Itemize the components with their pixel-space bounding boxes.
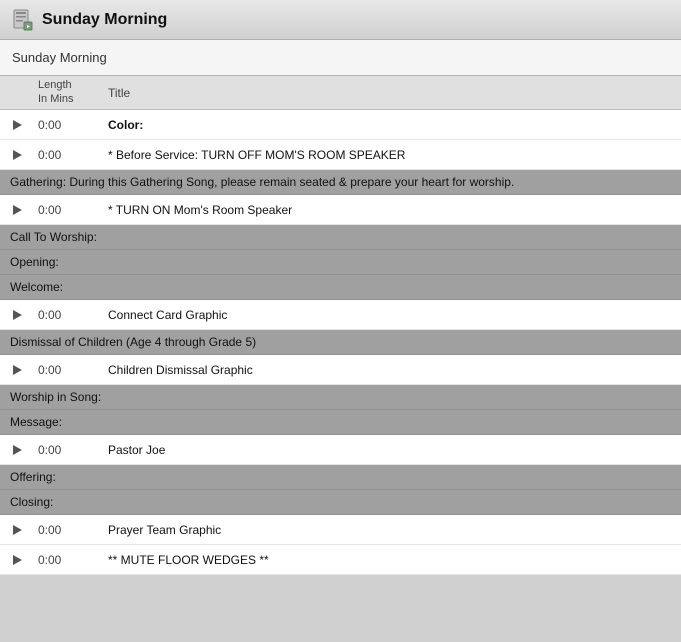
item-title: * Before Service: TURN OFF MOM'S ROOM SP… <box>108 148 673 162</box>
play-button[interactable] <box>8 521 38 539</box>
content-area: Length In Mins Title 0:00Color:0:00* Bef… <box>0 76 681 575</box>
play-button[interactable] <box>8 361 38 379</box>
header-length: Length In Mins <box>38 79 108 105</box>
item-title: Prayer Team Graphic <box>108 523 673 537</box>
table-row[interactable]: 0:00Connect Card Graphic <box>0 300 681 330</box>
item-time: 0:00 <box>38 553 108 567</box>
item-title: ** MUTE FLOOR WEDGES ** <box>108 553 673 567</box>
item-time: 0:00 <box>38 443 108 457</box>
table-row[interactable]: 0:00Color: <box>0 110 681 140</box>
section-header: Dismissal of Children (Age 4 through Gra… <box>0 330 681 355</box>
item-title: Children Dismissal Graphic <box>108 363 673 377</box>
item-time: 0:00 <box>38 148 108 162</box>
window-title: Sunday Morning <box>42 11 167 29</box>
section-header: Welcome: <box>0 275 681 300</box>
header-title: Title <box>108 86 673 100</box>
item-time: 0:00 <box>38 203 108 217</box>
play-icon <box>8 521 26 539</box>
play-icon <box>8 361 26 379</box>
section-header: Worship in Song: <box>0 385 681 410</box>
play-button[interactable] <box>8 551 38 569</box>
section-header: Message: <box>0 410 681 435</box>
table-row[interactable]: 0:00Children Dismissal Graphic <box>0 355 681 385</box>
section-header: Offering: <box>0 465 681 490</box>
item-time: 0:00 <box>38 363 108 377</box>
section-header: Opening: <box>0 250 681 275</box>
play-button[interactable] <box>8 306 38 324</box>
table-row[interactable]: 0:00* Before Service: TURN OFF MOM'S ROO… <box>0 140 681 170</box>
play-icon <box>8 441 26 459</box>
section-header: Closing: <box>0 490 681 515</box>
item-time: 0:00 <box>38 118 108 132</box>
item-title: Color: <box>108 118 673 132</box>
table-header: Length In Mins Title <box>0 76 681 110</box>
play-button[interactable] <box>8 201 38 219</box>
item-title: Connect Card Graphic <box>108 308 673 322</box>
item-time: 0:00 <box>38 308 108 322</box>
play-icon <box>8 146 26 164</box>
title-bar: Sunday Morning <box>0 0 681 40</box>
section-header: Gathering: During this Gathering Song, p… <box>0 170 681 195</box>
table-row[interactable]: 0:00Pastor Joe <box>0 435 681 465</box>
table-row[interactable]: 0:00* TURN ON Mom's Room Speaker <box>0 195 681 225</box>
document-icon <box>12 9 34 31</box>
play-button[interactable] <box>8 146 38 164</box>
play-button[interactable] <box>8 441 38 459</box>
play-icon <box>8 551 26 569</box>
table-row[interactable]: 0:00** MUTE FLOOR WEDGES ** <box>0 545 681 575</box>
section-header: Call To Worship: <box>0 225 681 250</box>
play-icon <box>8 306 26 324</box>
item-title: Pastor Joe <box>108 443 673 457</box>
play-button[interactable] <box>8 116 38 134</box>
table-row[interactable]: 0:00Prayer Team Graphic <box>0 515 681 545</box>
subtitle-bar: Sunday Morning <box>0 40 681 76</box>
item-title: * TURN ON Mom's Room Speaker <box>108 203 673 217</box>
rows-container: 0:00Color:0:00* Before Service: TURN OFF… <box>0 110 681 575</box>
item-time: 0:00 <box>38 523 108 537</box>
play-icon <box>8 116 26 134</box>
subtitle-label: Sunday Morning <box>12 50 107 65</box>
play-icon <box>8 201 26 219</box>
